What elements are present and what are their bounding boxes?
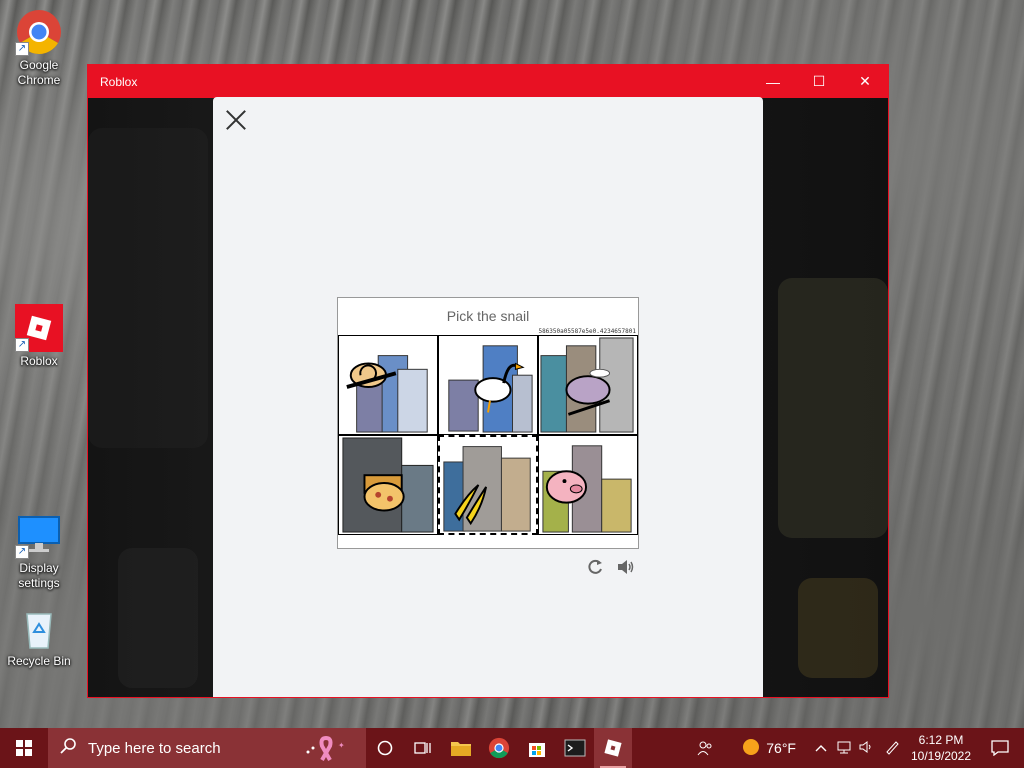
roblox-icon: ↗ bbox=[15, 304, 63, 352]
desktop-icon-display-settings[interactable]: ↗ Display settings bbox=[1, 511, 77, 591]
weather-temp[interactable]: 76°F bbox=[766, 740, 796, 756]
snail-icon bbox=[346, 355, 428, 433]
captcha-toolbar bbox=[585, 557, 635, 577]
windows-logo-icon bbox=[16, 740, 32, 756]
shortcut-arrow-icon: ↗ bbox=[15, 42, 29, 56]
store-icon[interactable] bbox=[518, 728, 556, 768]
window-titlebar[interactable]: Roblox — ☐ ✕ bbox=[88, 65, 888, 98]
cortana-icon[interactable] bbox=[366, 728, 404, 768]
clock-time: 6:12 PM bbox=[918, 733, 964, 747]
clock[interactable]: 6:12 PM 10/19/2022 bbox=[906, 732, 976, 764]
terminal-icon[interactable] bbox=[556, 728, 594, 768]
chevron-up-icon[interactable] bbox=[814, 740, 828, 756]
pizza-icon bbox=[342, 437, 434, 533]
file-explorer-icon[interactable] bbox=[442, 728, 480, 768]
chrome-icon: ↗ bbox=[15, 8, 63, 56]
clock-date: 10/19/2022 bbox=[910, 749, 972, 763]
taskbar-search[interactable]: Type here to search ✦ bbox=[48, 728, 366, 768]
shortcut-arrow-icon: ↗ bbox=[15, 338, 29, 352]
desktop-icon-label: Roblox bbox=[20, 354, 58, 368]
svg-text:✦: ✦ bbox=[338, 741, 345, 750]
captcha-tile-hippo[interactable] bbox=[538, 335, 638, 435]
refresh-icon[interactable] bbox=[585, 557, 605, 577]
background-shape bbox=[118, 548, 198, 688]
pen-icon[interactable] bbox=[884, 739, 900, 758]
speaker-icon[interactable] bbox=[615, 557, 635, 577]
captcha-tile-snail[interactable] bbox=[338, 335, 438, 435]
desktop-icon-chrome[interactable]: ↗ Google Chrome bbox=[1, 8, 77, 88]
background-shape bbox=[778, 278, 888, 538]
monitor-icon: ↗ bbox=[15, 511, 63, 559]
desktop-icon-recycle-bin[interactable]: Recycle Bin bbox=[1, 604, 77, 669]
search-icon bbox=[60, 737, 78, 759]
task-view-icon[interactable] bbox=[404, 728, 442, 768]
close-icon[interactable] bbox=[225, 109, 247, 131]
captcha-tile-pig[interactable] bbox=[538, 435, 638, 535]
hippo-icon bbox=[540, 337, 634, 433]
desktop-icon-label: Display bbox=[19, 561, 59, 575]
desktop-icon-label: settings bbox=[18, 576, 60, 590]
desktop-icon-roblox[interactable]: ↗ Roblox bbox=[1, 304, 77, 369]
captcha-tile-goose[interactable] bbox=[438, 335, 538, 435]
desktop-icon-label: Google bbox=[19, 58, 59, 72]
shortcut-arrow-icon: ↗ bbox=[15, 545, 29, 559]
maximize-button[interactable]: ☐ bbox=[796, 65, 842, 98]
desktop-icon-label: Chrome bbox=[17, 73, 61, 87]
goose-icon bbox=[448, 345, 533, 433]
pig-icon bbox=[542, 445, 632, 533]
desktop-icon-label: Recycle Bin bbox=[7, 654, 71, 668]
notification-icon[interactable] bbox=[976, 728, 1024, 768]
banana-icon bbox=[443, 446, 531, 532]
chrome-taskbar-icon[interactable] bbox=[480, 728, 518, 768]
captcha-tile-pizza[interactable] bbox=[338, 435, 438, 535]
captcha-modal: Pick the snail 586350a05587e5e0.42346578… bbox=[213, 97, 763, 697]
minimize-button[interactable]: — bbox=[750, 65, 796, 98]
start-button[interactable] bbox=[0, 728, 48, 768]
pink-ribbon-icon: ✦ bbox=[304, 734, 348, 766]
volume-icon[interactable] bbox=[858, 739, 874, 758]
captcha-grid bbox=[338, 335, 638, 535]
system-tray: 76°F 6:12 PM 10/19/2022 bbox=[686, 728, 1024, 768]
background-shape bbox=[88, 128, 208, 448]
weather-sun-icon[interactable] bbox=[742, 738, 760, 759]
recycle-bin-icon bbox=[15, 604, 63, 652]
background-shape bbox=[798, 578, 878, 678]
network-icon[interactable] bbox=[836, 739, 852, 758]
roblox-taskbar-icon[interactable] bbox=[594, 728, 632, 768]
captcha-session-id: 586350a05587e5e0.4234657801 bbox=[538, 328, 636, 335]
window-title: Roblox bbox=[100, 74, 138, 89]
close-window-button[interactable]: ✕ bbox=[842, 65, 888, 98]
captcha-frame: Pick the snail 586350a05587e5e0.42346578… bbox=[337, 297, 639, 549]
captcha-tile-banana[interactable] bbox=[438, 435, 538, 535]
people-icon[interactable] bbox=[686, 728, 724, 768]
taskbar: Type here to search ✦ 76°F 6:12 PM 10/19… bbox=[0, 728, 1024, 768]
search-placeholder: Type here to search bbox=[88, 739, 221, 757]
